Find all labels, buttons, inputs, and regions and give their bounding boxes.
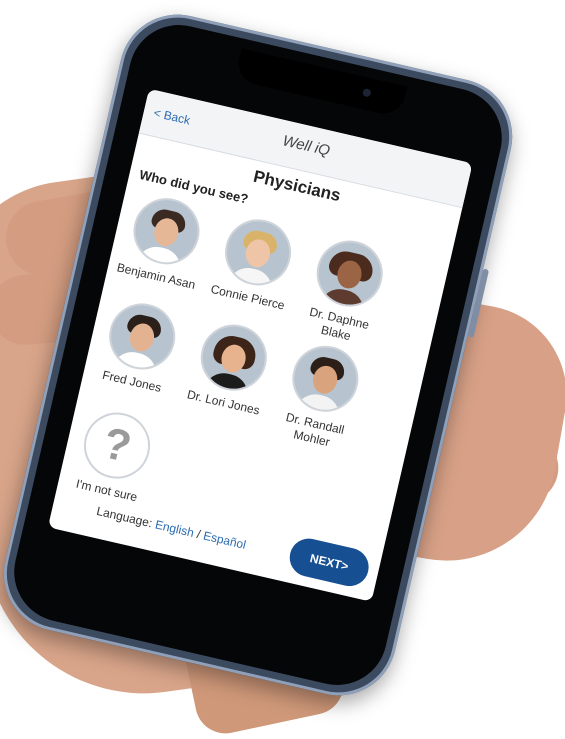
phone-notch (234, 48, 408, 118)
app-brand: Well iQ (280, 132, 332, 160)
language-label: Language: (95, 503, 154, 531)
next-button[interactable]: NEXT> (285, 534, 373, 590)
language-selector: Language: English / Español (95, 504, 247, 552)
physician-name: Dr. Randall Mohler (284, 410, 346, 450)
physician-name: Dr. Lori Jones (185, 387, 262, 418)
avatar (310, 233, 390, 314)
camera-icon (361, 87, 372, 98)
phone: < Back Well iQ Physicians Who did you se… (0, 3, 524, 707)
avatar (285, 339, 365, 419)
avatar (126, 191, 207, 271)
language-spanish-link[interactable]: Español (202, 529, 247, 552)
unsure-label: I'm not sure (74, 476, 139, 505)
avatar (218, 212, 298, 292)
physician-name: Fred Jones (101, 367, 163, 395)
phone-bezel: < Back Well iQ Physicians Who did you se… (4, 15, 512, 695)
language-english-link[interactable]: English (154, 517, 195, 539)
question-mark-icon: ? (98, 418, 136, 473)
physician-name: Connie Pierce (209, 281, 287, 313)
physician-not-sure[interactable]: ? I'm not sure (59, 403, 170, 509)
avatar (102, 296, 182, 377)
physician-name: Benjamin Asan (115, 260, 197, 292)
app-screen: < Back Well iQ Physicians Who did you se… (47, 88, 473, 602)
avatar: ? (77, 406, 157, 486)
back-link[interactable]: < Back (152, 106, 191, 128)
language-separator: / (195, 527, 202, 542)
avatar (194, 318, 274, 398)
